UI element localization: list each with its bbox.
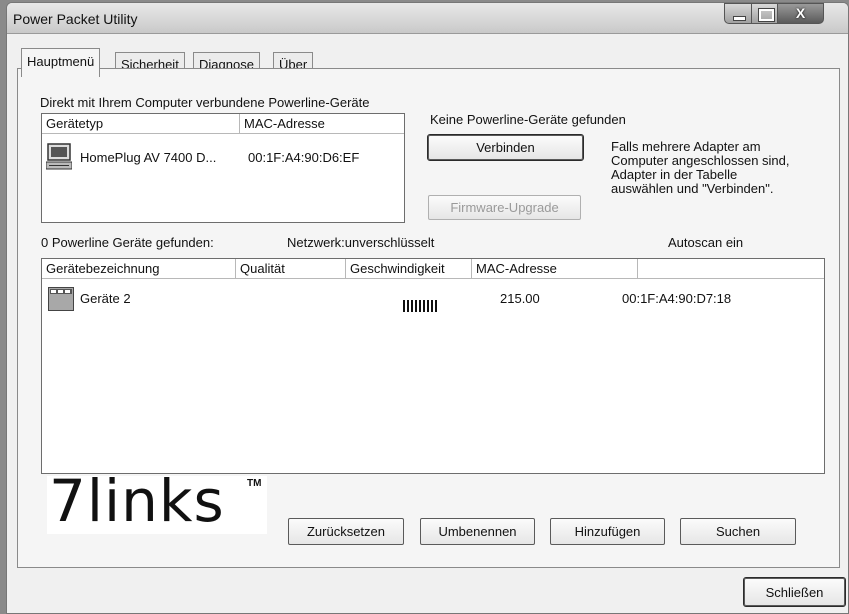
quality-bars-icon (403, 300, 437, 312)
column-header-geschwindigkeit[interactable]: Geschwindigkeit (346, 259, 472, 279)
computer-icon (46, 143, 72, 170)
schliessen-button[interactable]: Schließen (743, 577, 846, 607)
app-window: Power Packet Utility X Hauptmenü Sicherh… (6, 2, 849, 614)
minimize-icon (733, 16, 746, 21)
column-header-geraetetyp[interactable]: Gerätetyp (42, 114, 240, 134)
umbenennen-button[interactable]: Umbenennen (420, 518, 535, 545)
title-bar[interactable]: Power Packet Utility X (7, 3, 848, 34)
firmware-upgrade-button[interactable]: Firmware-Upgrade (428, 195, 581, 220)
hint-line: Computer angeschlossen sind, (611, 153, 790, 168)
column-header-qualitaet[interactable]: Qualität (236, 259, 346, 279)
powerline-devices-list[interactable]: Gerätebezeichnung Qualität Geschwindigke… (41, 258, 825, 474)
column-header-empty[interactable] (638, 259, 824, 279)
logo-text: 7links (49, 467, 225, 535)
tab-hauptmenue[interactable]: Hauptmenü (21, 48, 101, 77)
device-mac: 00:1F:A4:90:D7:18 (622, 291, 732, 306)
hint-text: Falls mehrere Adapter am Computer angesc… (611, 140, 790, 196)
column-header-mac-adresse[interactable]: MAC-Adresse (472, 259, 638, 279)
zuruecksetzen-button[interactable]: Zurücksetzen (288, 518, 404, 545)
suchen-button[interactable]: Suchen (680, 518, 796, 545)
hint-line: auswählen und "Verbinden". (611, 181, 774, 196)
maximize-icon (758, 8, 775, 22)
device-name: Geräte 2 (80, 291, 131, 306)
local-devices-heading: Direkt mit Ihrem Computer verbundene Pow… (40, 95, 370, 110)
column-header-mac-adresse[interactable]: MAC-Adresse (240, 114, 404, 134)
7links-logo: 7links TM (47, 467, 267, 535)
hint-line: Falls mehrere Adapter am (611, 139, 761, 154)
maximize-button[interactable] (752, 3, 778, 24)
column-header-geraetebezeichnung[interactable]: Gerätebezeichnung (42, 259, 236, 279)
devices-found-text: 0 Powerline Geräte gefunden: (41, 235, 214, 250)
logo-trademark: TM (247, 478, 262, 489)
close-icon: X (795, 5, 806, 21)
local-device-row[interactable]: HomePlug AV 7400 D... 00:1F:A4:90:D6:EF (42, 140, 404, 174)
device-speed: 215.00 (500, 291, 540, 306)
status-text: Keine Powerline-Geräte gefunden (430, 112, 626, 127)
local-devices-list[interactable]: Gerätetyp MAC-Adresse HomePlug AV 7400 D… (41, 113, 405, 223)
window-title: Power Packet Utility (13, 11, 138, 27)
autoscan-status-text: Autoscan ein (668, 235, 744, 250)
minimize-button[interactable] (724, 3, 752, 24)
hinzufuegen-button[interactable]: Hinzufügen (550, 518, 665, 545)
network-status-text: Netzwerk:unverschlüsselt (287, 235, 435, 250)
powerline-adapter-icon (48, 287, 74, 311)
local-device-type: HomePlug AV 7400 D... (80, 150, 217, 165)
close-window-button[interactable]: X (778, 3, 824, 24)
hint-line: Adapter in der Tabelle (611, 167, 738, 182)
local-device-mac: 00:1F:A4:90:D6:EF (248, 150, 360, 165)
verbinden-button[interactable]: Verbinden (427, 134, 584, 161)
